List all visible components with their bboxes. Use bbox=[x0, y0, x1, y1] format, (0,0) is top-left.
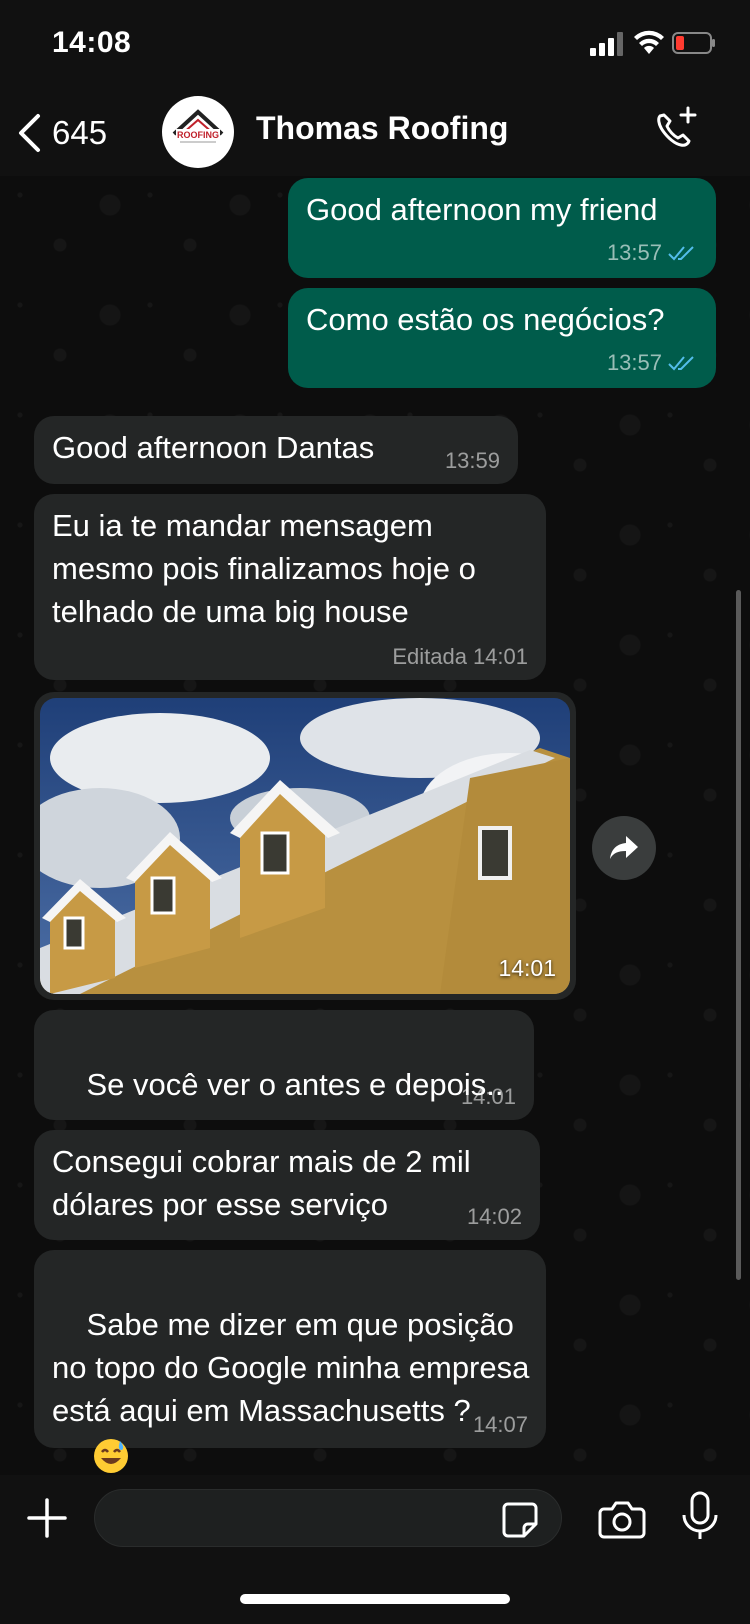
message-text-content: Se você ver o antes e depois.. bbox=[86, 1067, 504, 1102]
read-ticks-icon bbox=[668, 356, 694, 371]
wifi-icon bbox=[634, 30, 664, 54]
contact-name[interactable]: Thomas Roofing bbox=[256, 110, 508, 147]
message-meta: 13:57 bbox=[607, 350, 698, 376]
message-bubble-outgoing[interactable]: Good afternoon my friend 13:57 bbox=[288, 178, 716, 278]
message-meta: 14:07 bbox=[473, 1412, 528, 1438]
message-input-field[interactable] bbox=[94, 1489, 562, 1548]
message-bubble-outgoing[interactable]: Como estão os negócios? 13:57 bbox=[288, 288, 716, 388]
forward-button[interactable] bbox=[592, 816, 656, 880]
message-meta: Editada 14:01 bbox=[392, 644, 528, 670]
microphone-icon[interactable] bbox=[680, 1491, 720, 1543]
message-time: 14:07 bbox=[472, 1412, 528, 1437]
edited-label: Editada bbox=[392, 644, 467, 669]
message-text-content: Sabe me dizer em que posição no topo do … bbox=[52, 1307, 538, 1428]
scrollbar[interactable] bbox=[736, 590, 741, 1280]
message-meta: 13:59 bbox=[445, 448, 500, 474]
status-time: 14:08 bbox=[52, 26, 132, 59]
plus-icon[interactable] bbox=[26, 1497, 68, 1539]
message-meta: 14:02 bbox=[467, 1204, 522, 1230]
message-time: 13:57 bbox=[606, 350, 662, 375]
signal-icon bbox=[590, 32, 623, 56]
back-button[interactable]: 645 bbox=[16, 108, 107, 158]
forward-icon bbox=[610, 836, 638, 859]
chevron-left-icon bbox=[19, 114, 40, 152]
message-time: 14:01 bbox=[472, 644, 528, 669]
house-roof-photo[interactable]: 14:01 bbox=[40, 698, 570, 994]
input-bar bbox=[0, 1475, 750, 1624]
camera-icon[interactable] bbox=[598, 1499, 646, 1539]
roofing-logo: ROOFING bbox=[172, 109, 224, 143]
status-bar: 14:08 bbox=[0, 0, 750, 90]
message-text: Como estão os negócios? bbox=[306, 302, 665, 337]
avatar[interactable]: ROOFING bbox=[162, 96, 234, 168]
message-text: Consegui cobrar mais de 2 mil dólares po… bbox=[52, 1144, 480, 1222]
message-time: 14:02 bbox=[466, 1204, 522, 1229]
sticker-icon[interactable] bbox=[500, 1500, 540, 1540]
message-bubble-incoming[interactable]: Sabe me dizer em que posição no topo do … bbox=[34, 1250, 546, 1473]
message-meta: 14:01 bbox=[461, 1084, 516, 1110]
read-ticks-icon bbox=[668, 246, 694, 261]
unread-count: 645 bbox=[52, 114, 108, 151]
grinning-sweat-emoji bbox=[94, 1438, 129, 1473]
message-bubble-incoming[interactable]: Eu ia te mandar mensagem mesmo pois fina… bbox=[34, 494, 546, 680]
message-text: Good afternoon Dantas bbox=[52, 430, 375, 465]
home-indicator bbox=[240, 1594, 510, 1604]
message-bubble-incoming[interactable]: Good afternoon Dantas 13:59 bbox=[34, 416, 518, 484]
logo-text: ROOFING bbox=[177, 130, 219, 140]
photo-time: 14:01 bbox=[498, 955, 556, 981]
battery-icon bbox=[672, 32, 715, 54]
message-bubble-incoming[interactable]: Se você ver o antes e depois.. 14:01 bbox=[34, 1010, 534, 1235]
message-time: 14:01 bbox=[460, 1084, 516, 1109]
message-input[interactable] bbox=[115, 1490, 479, 1548]
message-time: 13:59 bbox=[444, 448, 500, 473]
message-text: Eu ia te mandar mensagem mesmo pois fina… bbox=[52, 508, 485, 629]
message-bubble-incoming[interactable]: Consegui cobrar mais de 2 mil dólares po… bbox=[34, 1130, 540, 1240]
photo-image bbox=[40, 698, 570, 994]
message-text: Good afternoon my friend bbox=[306, 192, 658, 227]
add-call-icon[interactable] bbox=[650, 104, 700, 154]
chat-header: 645 ROOFING Thomas Roofing bbox=[0, 90, 750, 176]
message-meta: 13:57 bbox=[607, 240, 698, 266]
message-time: 13:57 bbox=[606, 240, 662, 265]
